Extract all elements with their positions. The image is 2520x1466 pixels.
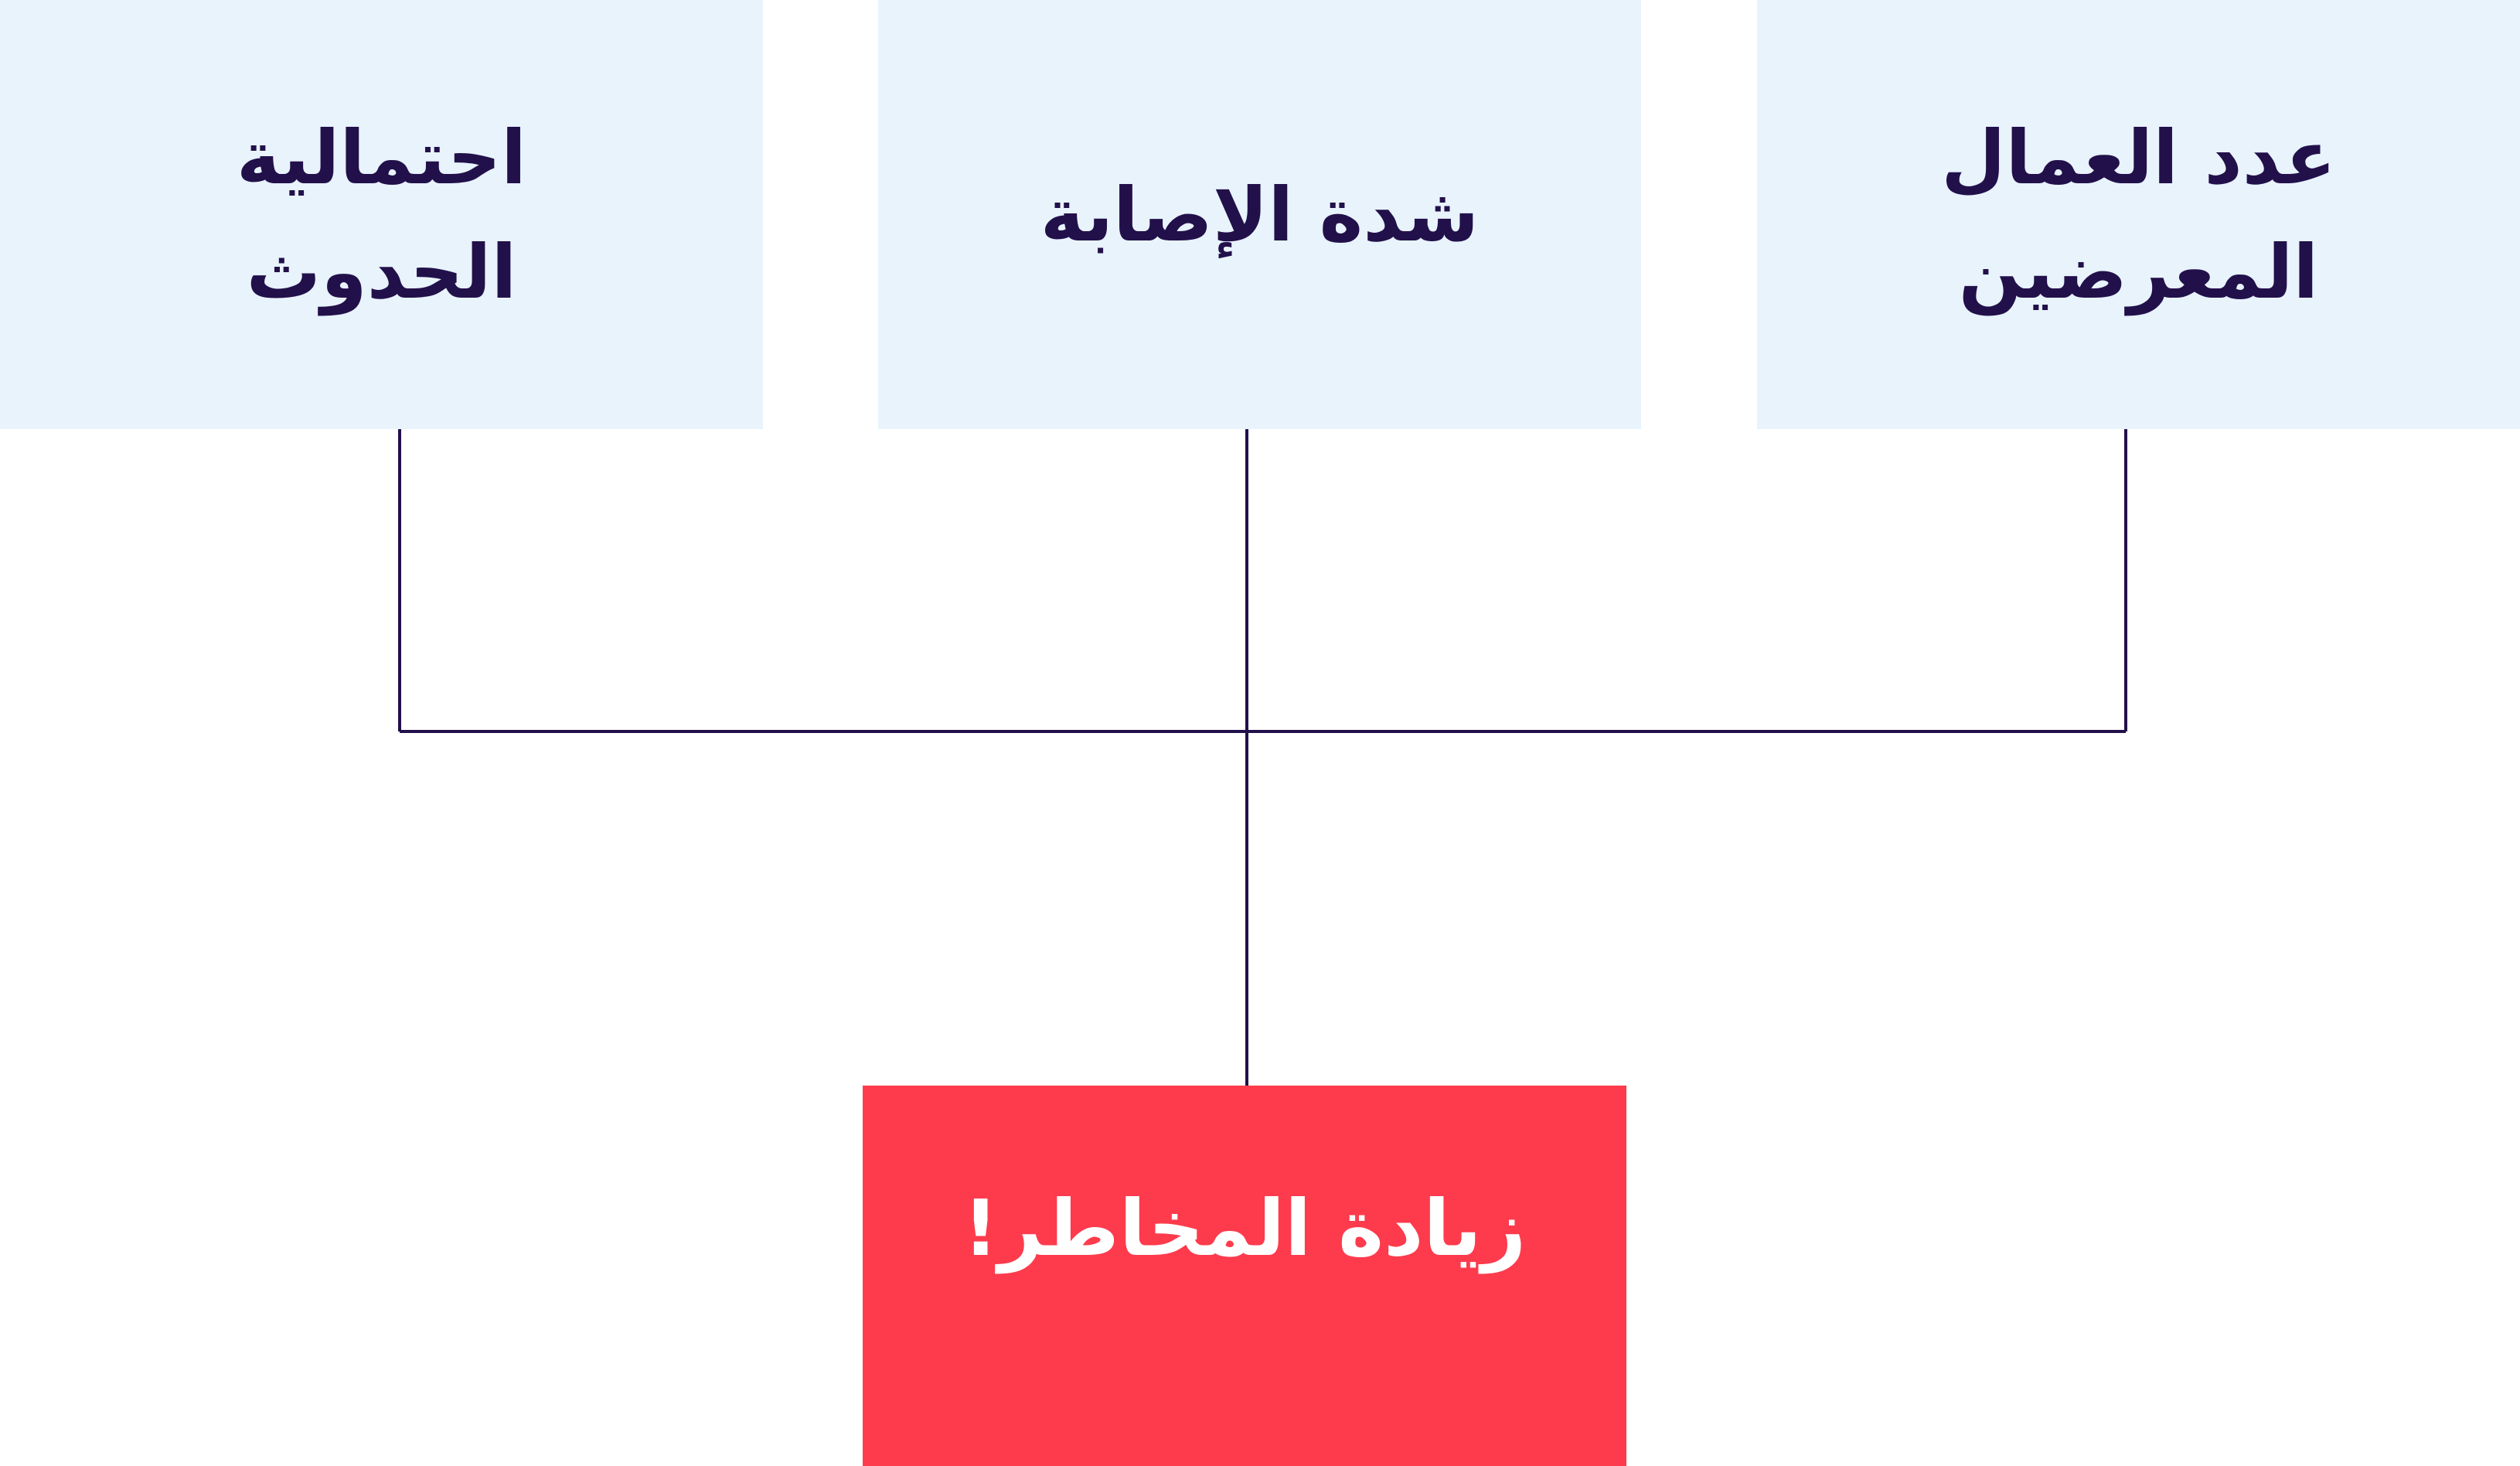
factor-box-severity: شدة الإصابة [878, 0, 1641, 429]
result-box-increased-risk: زيادة المخاطر! [863, 1086, 1626, 1466]
factor-box-exposed-workers: عدد العمال المعرضين [1757, 0, 2520, 429]
result-label: زيادة المخاطر! [962, 1183, 1527, 1273]
factor-label-exposed-workers: عدد العمال المعرضين [1941, 114, 2336, 315]
factor-label-likelihood: احتمالية الحدوث [236, 114, 527, 315]
factor-box-likelihood: احتمالية الحدوث [0, 0, 763, 429]
factor-label-severity: شدة الإصابة [1040, 171, 1480, 258]
